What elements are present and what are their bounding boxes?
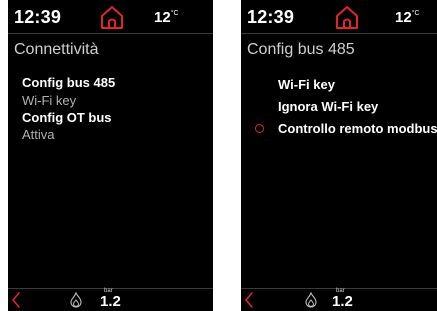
clock-time: 12:39 (247, 7, 295, 27)
menu-item-wifi-key[interactable]: Wi-Fi key (22, 93, 76, 108)
radio-icon[interactable] (255, 124, 264, 133)
header-divider (241, 33, 437, 34)
status-bar: 12:39 12°C (8, 0, 213, 33)
bottom-bar: bar 1.2 (241, 288, 437, 311)
temperature-unit: °C (170, 10, 179, 17)
left-screen: 12:39 12°C Connettività Config bus 485 W… (8, 0, 213, 311)
menu-item-config-ot-bus[interactable]: Config OT bus (22, 110, 112, 125)
status-bar: 12:39 12°C (241, 0, 437, 33)
temperature-unit: °C (411, 10, 420, 17)
page-title: Connettività (14, 41, 99, 58)
header-divider (8, 33, 213, 34)
flame-icon (305, 292, 317, 308)
pressure-readout: bar 1.2 (100, 288, 130, 310)
pressure-value: 1.2 (332, 293, 353, 310)
option-ignora-wifi-key[interactable]: Ignora Wi-Fi key (278, 99, 378, 114)
menu-item-attiva[interactable]: Attiva (22, 127, 55, 142)
bottom-bar: bar 1.2 (8, 288, 213, 311)
outdoor-temperature: 12°C (154, 9, 179, 26)
home-icon[interactable] (99, 4, 125, 30)
home-icon[interactable] (334, 4, 360, 30)
pressure-readout: bar 1.2 (332, 288, 362, 310)
outdoor-temperature: 12°C (395, 9, 420, 26)
option-wifi-key[interactable]: Wi-Fi key (278, 77, 335, 92)
chevron-left-icon[interactable] (10, 291, 22, 309)
temperature-value: 12 (395, 9, 412, 26)
clock-time: 12:39 (14, 7, 62, 27)
chevron-left-icon[interactable] (243, 291, 255, 309)
flame-icon (70, 292, 82, 308)
right-screen: 12:39 12°C Config bus 485 Wi-Fi key Igno… (241, 0, 437, 311)
temperature-value: 12 (154, 9, 171, 26)
page-title: Config bus 485 (247, 41, 355, 58)
option-controllo-remoto-modbus[interactable]: Controllo remoto modbus (278, 121, 437, 136)
pressure-value: 1.2 (100, 293, 121, 310)
menu-item-config-bus-485[interactable]: Config bus 485 (22, 75, 115, 90)
